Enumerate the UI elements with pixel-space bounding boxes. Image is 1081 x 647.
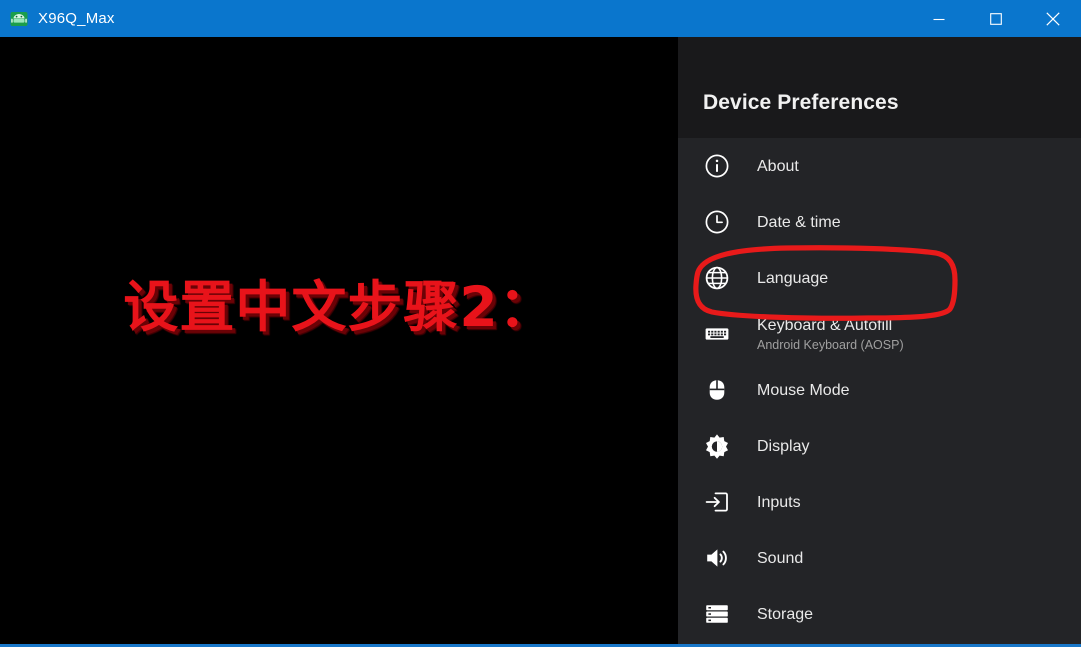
title-bar: X96Q_Max <box>0 0 1081 37</box>
list-item-text: Language <box>757 269 828 288</box>
list-item-label: Keyboard & Autofill <box>757 316 893 334</box>
list-item-label: About <box>757 157 799 175</box>
list-item-sound[interactable]: Sound <box>678 530 1081 586</box>
brightness-icon <box>703 432 731 460</box>
list-item-label: Date & time <box>757 213 841 231</box>
list-item-text: Sound <box>757 549 803 568</box>
window-title: X96Q_Max <box>38 10 115 27</box>
list-item-inputs[interactable]: Inputs <box>678 474 1081 530</box>
maximize-button[interactable] <box>967 0 1024 37</box>
mouse-icon <box>703 376 731 404</box>
keyboard-icon <box>703 320 731 348</box>
list-item-text: Keyboard & Autofill Android Keyboard (AO… <box>757 316 904 353</box>
list-item-label: Inputs <box>757 493 801 511</box>
video-content-area: 设置中文步骤2： <box>0 37 678 647</box>
list-item-about[interactable]: About <box>678 138 1081 194</box>
list-item-text: Display <box>757 437 809 456</box>
list-item-mouse-mode[interactable]: Mouse Mode <box>678 362 1081 418</box>
list-item-subtitle: Android Keyboard (AOSP) <box>757 337 904 352</box>
clock-icon <box>703 208 731 236</box>
page-title: Device Preferences <box>703 91 899 114</box>
globe-icon <box>703 264 731 292</box>
title-bar-left: X96Q_Max <box>0 9 910 29</box>
list-item-label: Sound <box>757 549 804 567</box>
list-item-date-time[interactable]: Date & time <box>678 194 1081 250</box>
list-item-display[interactable]: Display <box>678 418 1081 474</box>
storage-icon <box>703 600 731 628</box>
app-window: X96Q_Max 设置中文步骤2： Device Preferences Abo… <box>0 0 1081 647</box>
input-arrow-icon <box>703 488 731 516</box>
list-item-keyboard-autofill[interactable]: Keyboard & Autofill Android Keyboard (AO… <box>678 306 1081 362</box>
speaker-icon <box>703 544 731 572</box>
device-preferences-panel: Device Preferences About Date & time Lan… <box>678 37 1081 647</box>
panel-header <box>678 37 1081 138</box>
list-item-label: Display <box>757 437 810 455</box>
list-item-text: About <box>757 157 799 176</box>
info-circle-icon <box>703 152 731 180</box>
list-item-text: Date & time <box>757 213 841 232</box>
close-button[interactable] <box>1024 0 1081 37</box>
list-item-text: Storage <box>757 605 813 624</box>
list-item-text: Mouse Mode <box>757 381 850 400</box>
list-item-storage[interactable]: Storage <box>678 586 1081 642</box>
window-controls <box>910 0 1081 37</box>
list-item-label: Mouse Mode <box>757 381 850 399</box>
preferences-list: About Date & time Language Keyboard & Au… <box>678 138 1081 647</box>
list-item-label: Language <box>757 269 829 287</box>
list-item-label: Storage <box>757 605 814 623</box>
minimize-button[interactable] <box>910 0 967 37</box>
list-item-text: Inputs <box>757 493 801 512</box>
android-robot-icon <box>9 9 29 29</box>
instruction-overlay-text: 设置中文步骤2： <box>123 275 555 339</box>
list-item-language[interactable]: Language <box>678 250 1081 306</box>
